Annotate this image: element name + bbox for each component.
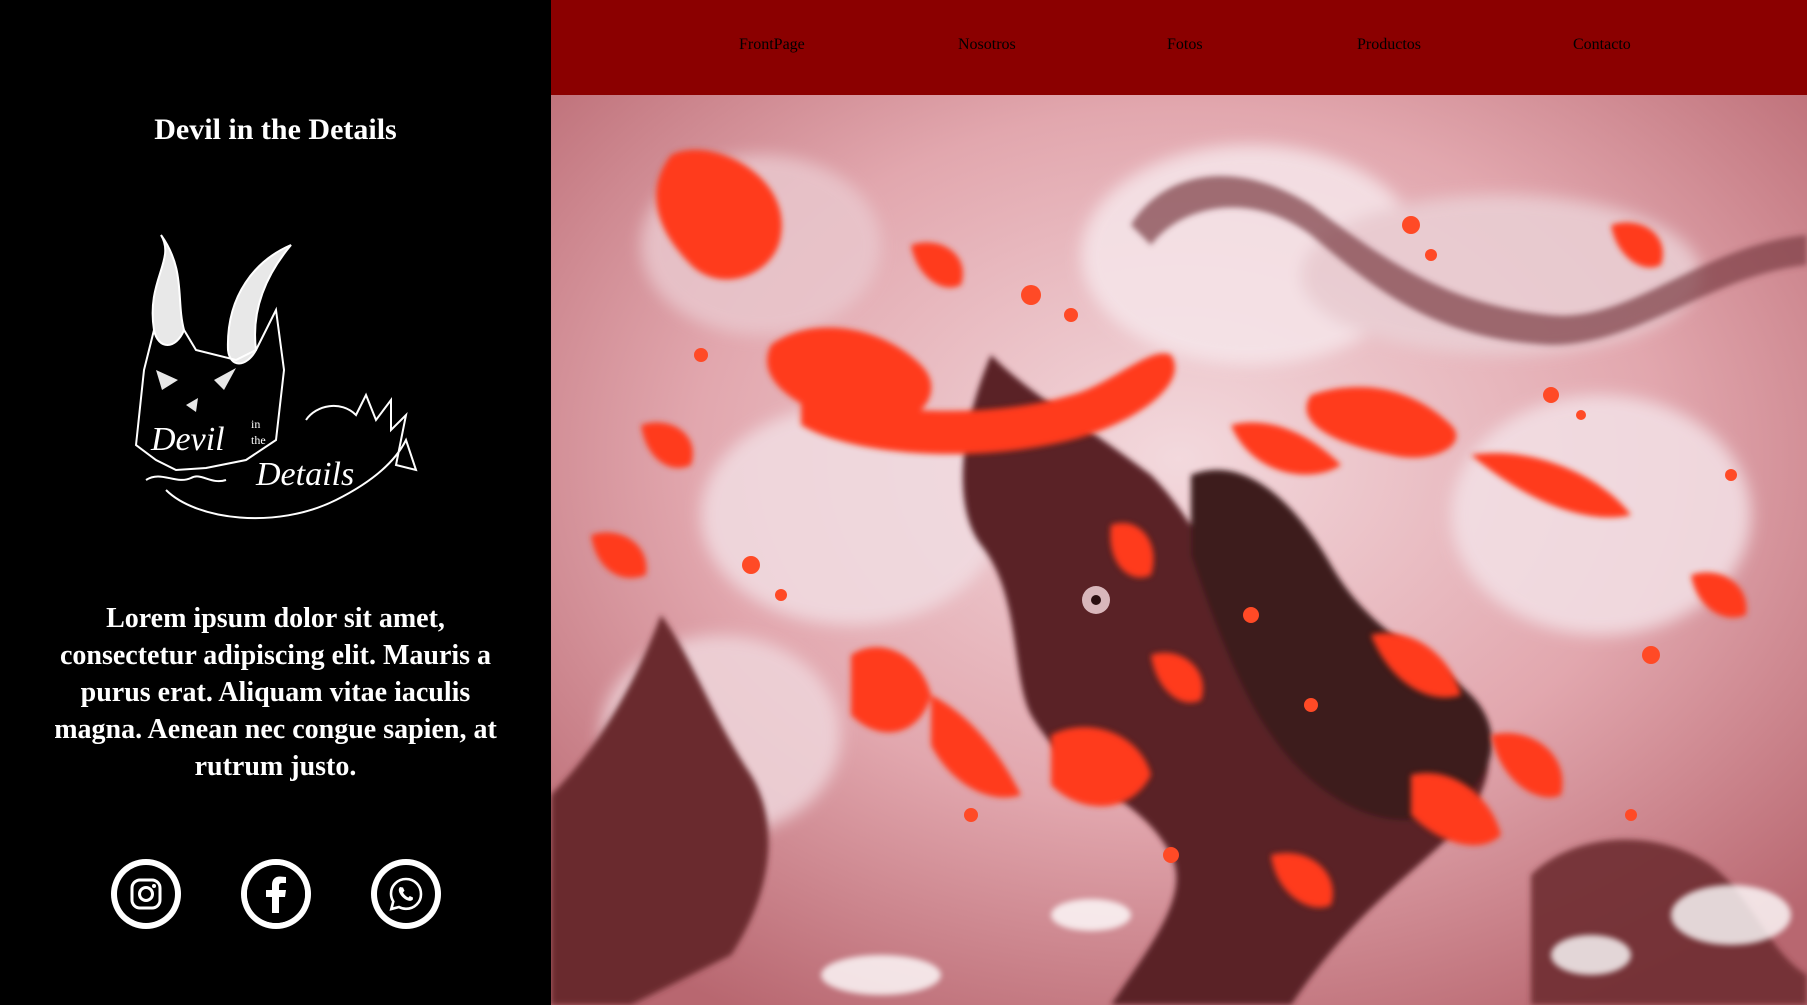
nav-fotos[interactable]: Fotos bbox=[1167, 36, 1203, 54]
page: Devil in the Details Devil in the Detail… bbox=[0, 0, 1807, 1005]
hero-image bbox=[551, 95, 1807, 1005]
nav-productos[interactable]: Productos bbox=[1357, 36, 1421, 54]
devil-logo: Devil in the Details bbox=[134, 234, 418, 520]
sidebar: Devil in the Details Devil in the Detail… bbox=[0, 0, 551, 1005]
social-links bbox=[110, 859, 441, 929]
logo-word-the: the bbox=[251, 433, 266, 447]
facebook-icon bbox=[246, 865, 305, 923]
whatsapp-icon bbox=[376, 865, 435, 923]
whatsapp-link[interactable] bbox=[370, 859, 441, 929]
fluid-art-image bbox=[551, 95, 1807, 1005]
main-content: FrontPage Nosotros Fotos Productos Conta… bbox=[551, 0, 1807, 1005]
top-navbar: FrontPage Nosotros Fotos Productos Conta… bbox=[551, 0, 1807, 95]
logo-word-devil: Devil bbox=[150, 421, 225, 458]
logo-word-in: in bbox=[251, 417, 260, 431]
facebook-link[interactable] bbox=[240, 859, 311, 929]
instagram-icon bbox=[116, 865, 175, 923]
intro-text: Lorem ipsum dolor sit amet, consectetur … bbox=[54, 603, 497, 782]
nav-nosotros[interactable]: Nosotros bbox=[958, 36, 1016, 54]
nav-frontpage[interactable]: FrontPage bbox=[739, 36, 805, 54]
nav-contacto[interactable]: Contacto bbox=[1573, 36, 1631, 54]
instagram-link[interactable] bbox=[110, 859, 181, 929]
site-title: Devil in the Details bbox=[154, 113, 397, 146]
logo-word-details: Details bbox=[255, 456, 354, 493]
